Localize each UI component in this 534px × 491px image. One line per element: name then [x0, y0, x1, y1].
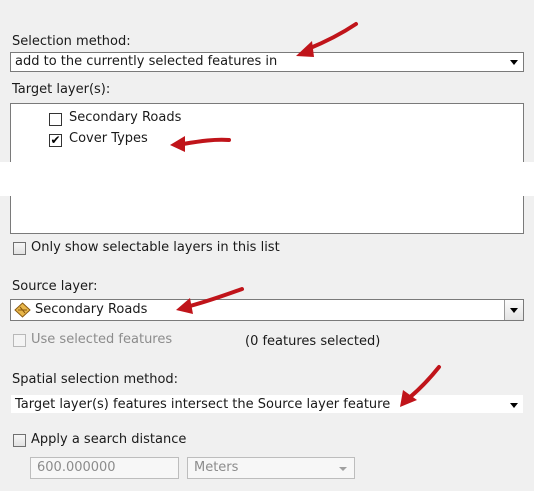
target-layers-list-bottom[interactable] [10, 196, 524, 234]
distance-units-dropdown[interactable]: Meters [187, 457, 355, 479]
annotation-arrow-icon [296, 22, 358, 57]
chevron-down-icon [510, 60, 518, 65]
target-layer-label-cover-types: Cover Types [69, 131, 148, 146]
target-layer-checkbox-cover-types[interactable]: ✔ [49, 133, 62, 147]
use-selected-checkbox[interactable] [13, 334, 26, 347]
selection-method-label: Selection method: [12, 34, 131, 49]
only-selectable-checkbox[interactable] [13, 242, 26, 255]
selection-method-dropdown[interactable]: add to the currently selected features i… [10, 52, 524, 72]
spatial-method-dropdown[interactable]: Target layer(s) features intersect the S… [10, 394, 524, 414]
annotation-arrow-icon [400, 365, 441, 407]
check-icon: ✔ [50, 133, 61, 147]
search-distance-input[interactable]: 600.000000 [30, 457, 179, 479]
search-distance-label: Apply a search distance [31, 432, 187, 447]
target-layer-checkbox-secondary-roads[interactable] [49, 113, 62, 126]
spatial-method-dropdown-button[interactable] [505, 395, 523, 413]
features-selected-count: (0 features selected) [245, 334, 381, 349]
chevron-down-icon [339, 467, 347, 471]
use-selected-label: Use selected features [31, 332, 173, 347]
spatial-method-label: Spatial selection method: [12, 372, 179, 387]
selection-method-value: add to the currently selected features i… [15, 54, 278, 69]
source-layer-dropdown[interactable]: Secondary Roads [10, 299, 524, 321]
chevron-down-icon [510, 403, 518, 408]
source-layer-dropdown-button[interactable] [504, 300, 523, 320]
annotation-arrow-icon [176, 287, 244, 314]
search-distance-value: 600.000000 [37, 460, 116, 475]
target-layers-label: Target layer(s): [12, 82, 111, 97]
source-layer-label: Source layer: [12, 279, 98, 294]
search-distance-checkbox[interactable] [13, 434, 26, 447]
layer-diamond-icon [14, 302, 31, 318]
spatial-method-value: Target layer(s) features intersect the S… [15, 397, 391, 412]
chevron-down-icon [510, 308, 518, 313]
source-layer-value: Secondary Roads [35, 302, 148, 317]
annotation-arrow-icon [170, 136, 231, 152]
only-selectable-label: Only show selectable layers in this list [31, 240, 280, 255]
target-layer-label-secondary-roads: Secondary Roads [69, 110, 182, 125]
distance-units-value: Meters [194, 460, 239, 475]
selection-method-dropdown-button[interactable] [505, 53, 523, 71]
